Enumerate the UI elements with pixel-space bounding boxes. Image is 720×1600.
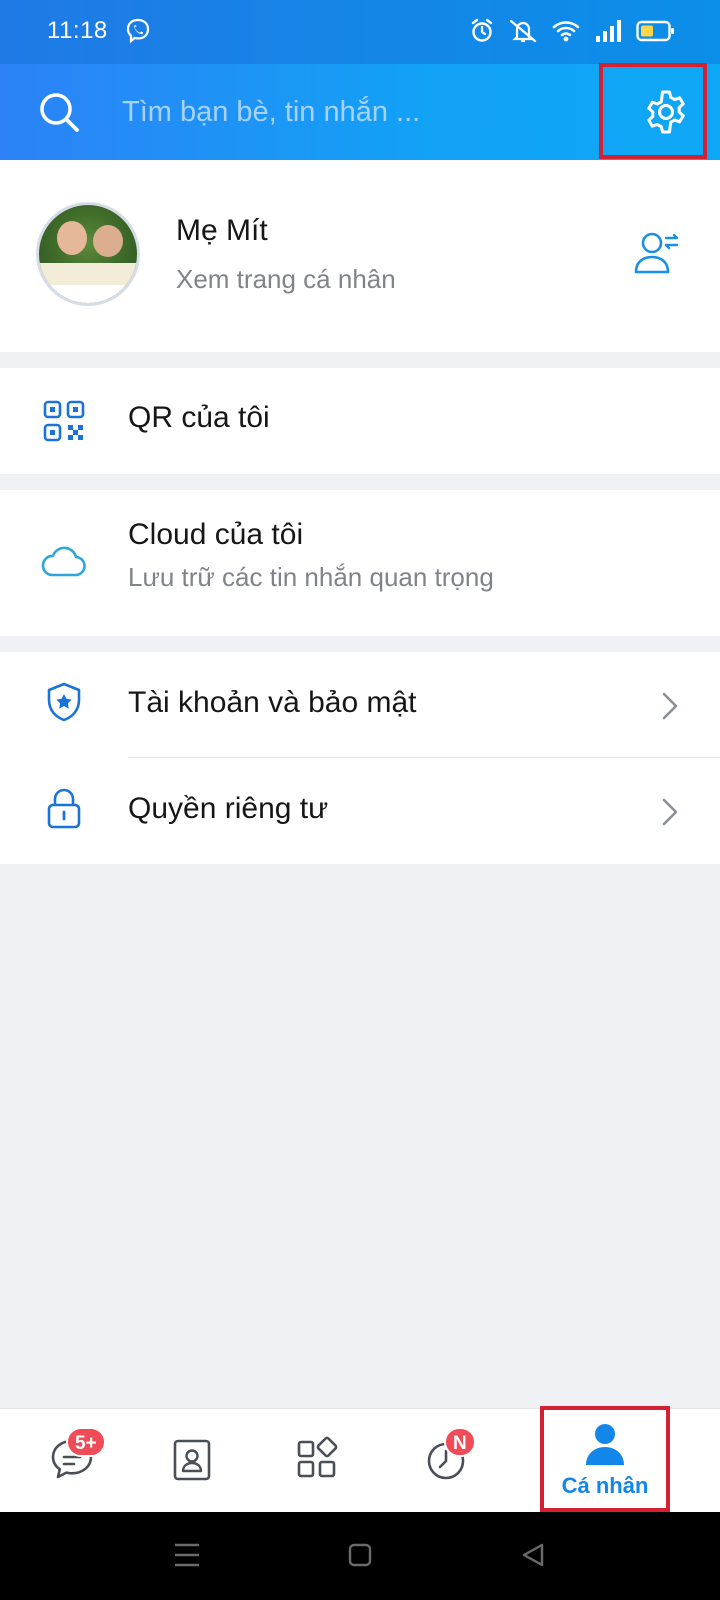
- tab-timeline[interactable]: N: [374, 1409, 518, 1513]
- alarm-icon: [471, 18, 493, 42]
- viber-icon: [126, 18, 150, 44]
- profile-name: Mẹ Mít: [176, 214, 268, 247]
- menu-item-privacy[interactable]: Quyền riêng tư: [0, 758, 720, 864]
- profile-subtitle[interactable]: Xem trang cá nhân: [176, 264, 396, 295]
- avatar[interactable]: [36, 202, 140, 306]
- status-bar: 11:18: [0, 0, 720, 64]
- person-icon: [586, 1424, 624, 1465]
- menu-item-cloud[interactable]: Cloud của tôi Lưu trữ các tin nhắn quan …: [0, 490, 720, 636]
- status-icons: [470, 18, 676, 44]
- tab-profile-label: Cá nhân: [561, 1473, 649, 1498]
- mute-icon: [509, 19, 537, 43]
- settings-button[interactable]: [612, 64, 720, 160]
- discover-icon: [297, 1436, 338, 1478]
- wifi-icon: [552, 21, 580, 42]
- account-security-label: Tài khoản và bảo mật: [128, 686, 417, 719]
- tab-discover[interactable]: [246, 1409, 390, 1513]
- menu-item-account-security[interactable]: Tài khoản và bảo mật: [0, 652, 720, 758]
- switch-account-icon[interactable]: [632, 226, 684, 278]
- chevron-right-icon: [662, 798, 678, 826]
- menu-icon[interactable]: [174, 1542, 200, 1568]
- qr-icon: [43, 400, 85, 442]
- signal-icon: [596, 20, 621, 42]
- settings-group: Tài khoản và bảo mật Quyền riêng tư: [0, 652, 720, 864]
- back-icon[interactable]: [520, 1542, 546, 1568]
- messages-badge: 5+: [66, 1427, 106, 1457]
- qr-label: QR của tôi: [128, 401, 270, 434]
- chevron-right-icon: [662, 692, 678, 720]
- top-header: [0, 64, 720, 160]
- cloud-label: Cloud của tôi: [128, 518, 304, 551]
- privacy-label: Quyền riêng tư: [128, 792, 329, 825]
- search-icon[interactable]: [36, 89, 82, 135]
- tab-contacts[interactable]: [120, 1409, 264, 1513]
- lock-icon: [47, 788, 81, 829]
- contacts-icon: [173, 1439, 211, 1481]
- battery-icon: [636, 20, 674, 42]
- profile-card[interactable]: Mẹ Mít Xem trang cá nhân: [0, 160, 720, 352]
- tab-profile[interactable]: Cá nhân: [542, 1409, 668, 1513]
- bottom-nav: 5+ N Cá nhân: [0, 1408, 720, 1512]
- cloud-icon: [41, 546, 86, 577]
- home-icon[interactable]: [348, 1542, 372, 1568]
- shield-icon: [47, 682, 81, 722]
- menu-item-qr[interactable]: QR của tôi: [0, 368, 720, 474]
- gear-icon: [647, 90, 685, 134]
- status-time: 11:18: [47, 17, 108, 44]
- system-nav-bar: [0, 1512, 720, 1600]
- cloud-subtitle: Lưu trữ các tin nhắn quan trọng: [128, 562, 494, 592]
- timeline-badge: N: [444, 1427, 476, 1457]
- search-input[interactable]: [122, 86, 562, 138]
